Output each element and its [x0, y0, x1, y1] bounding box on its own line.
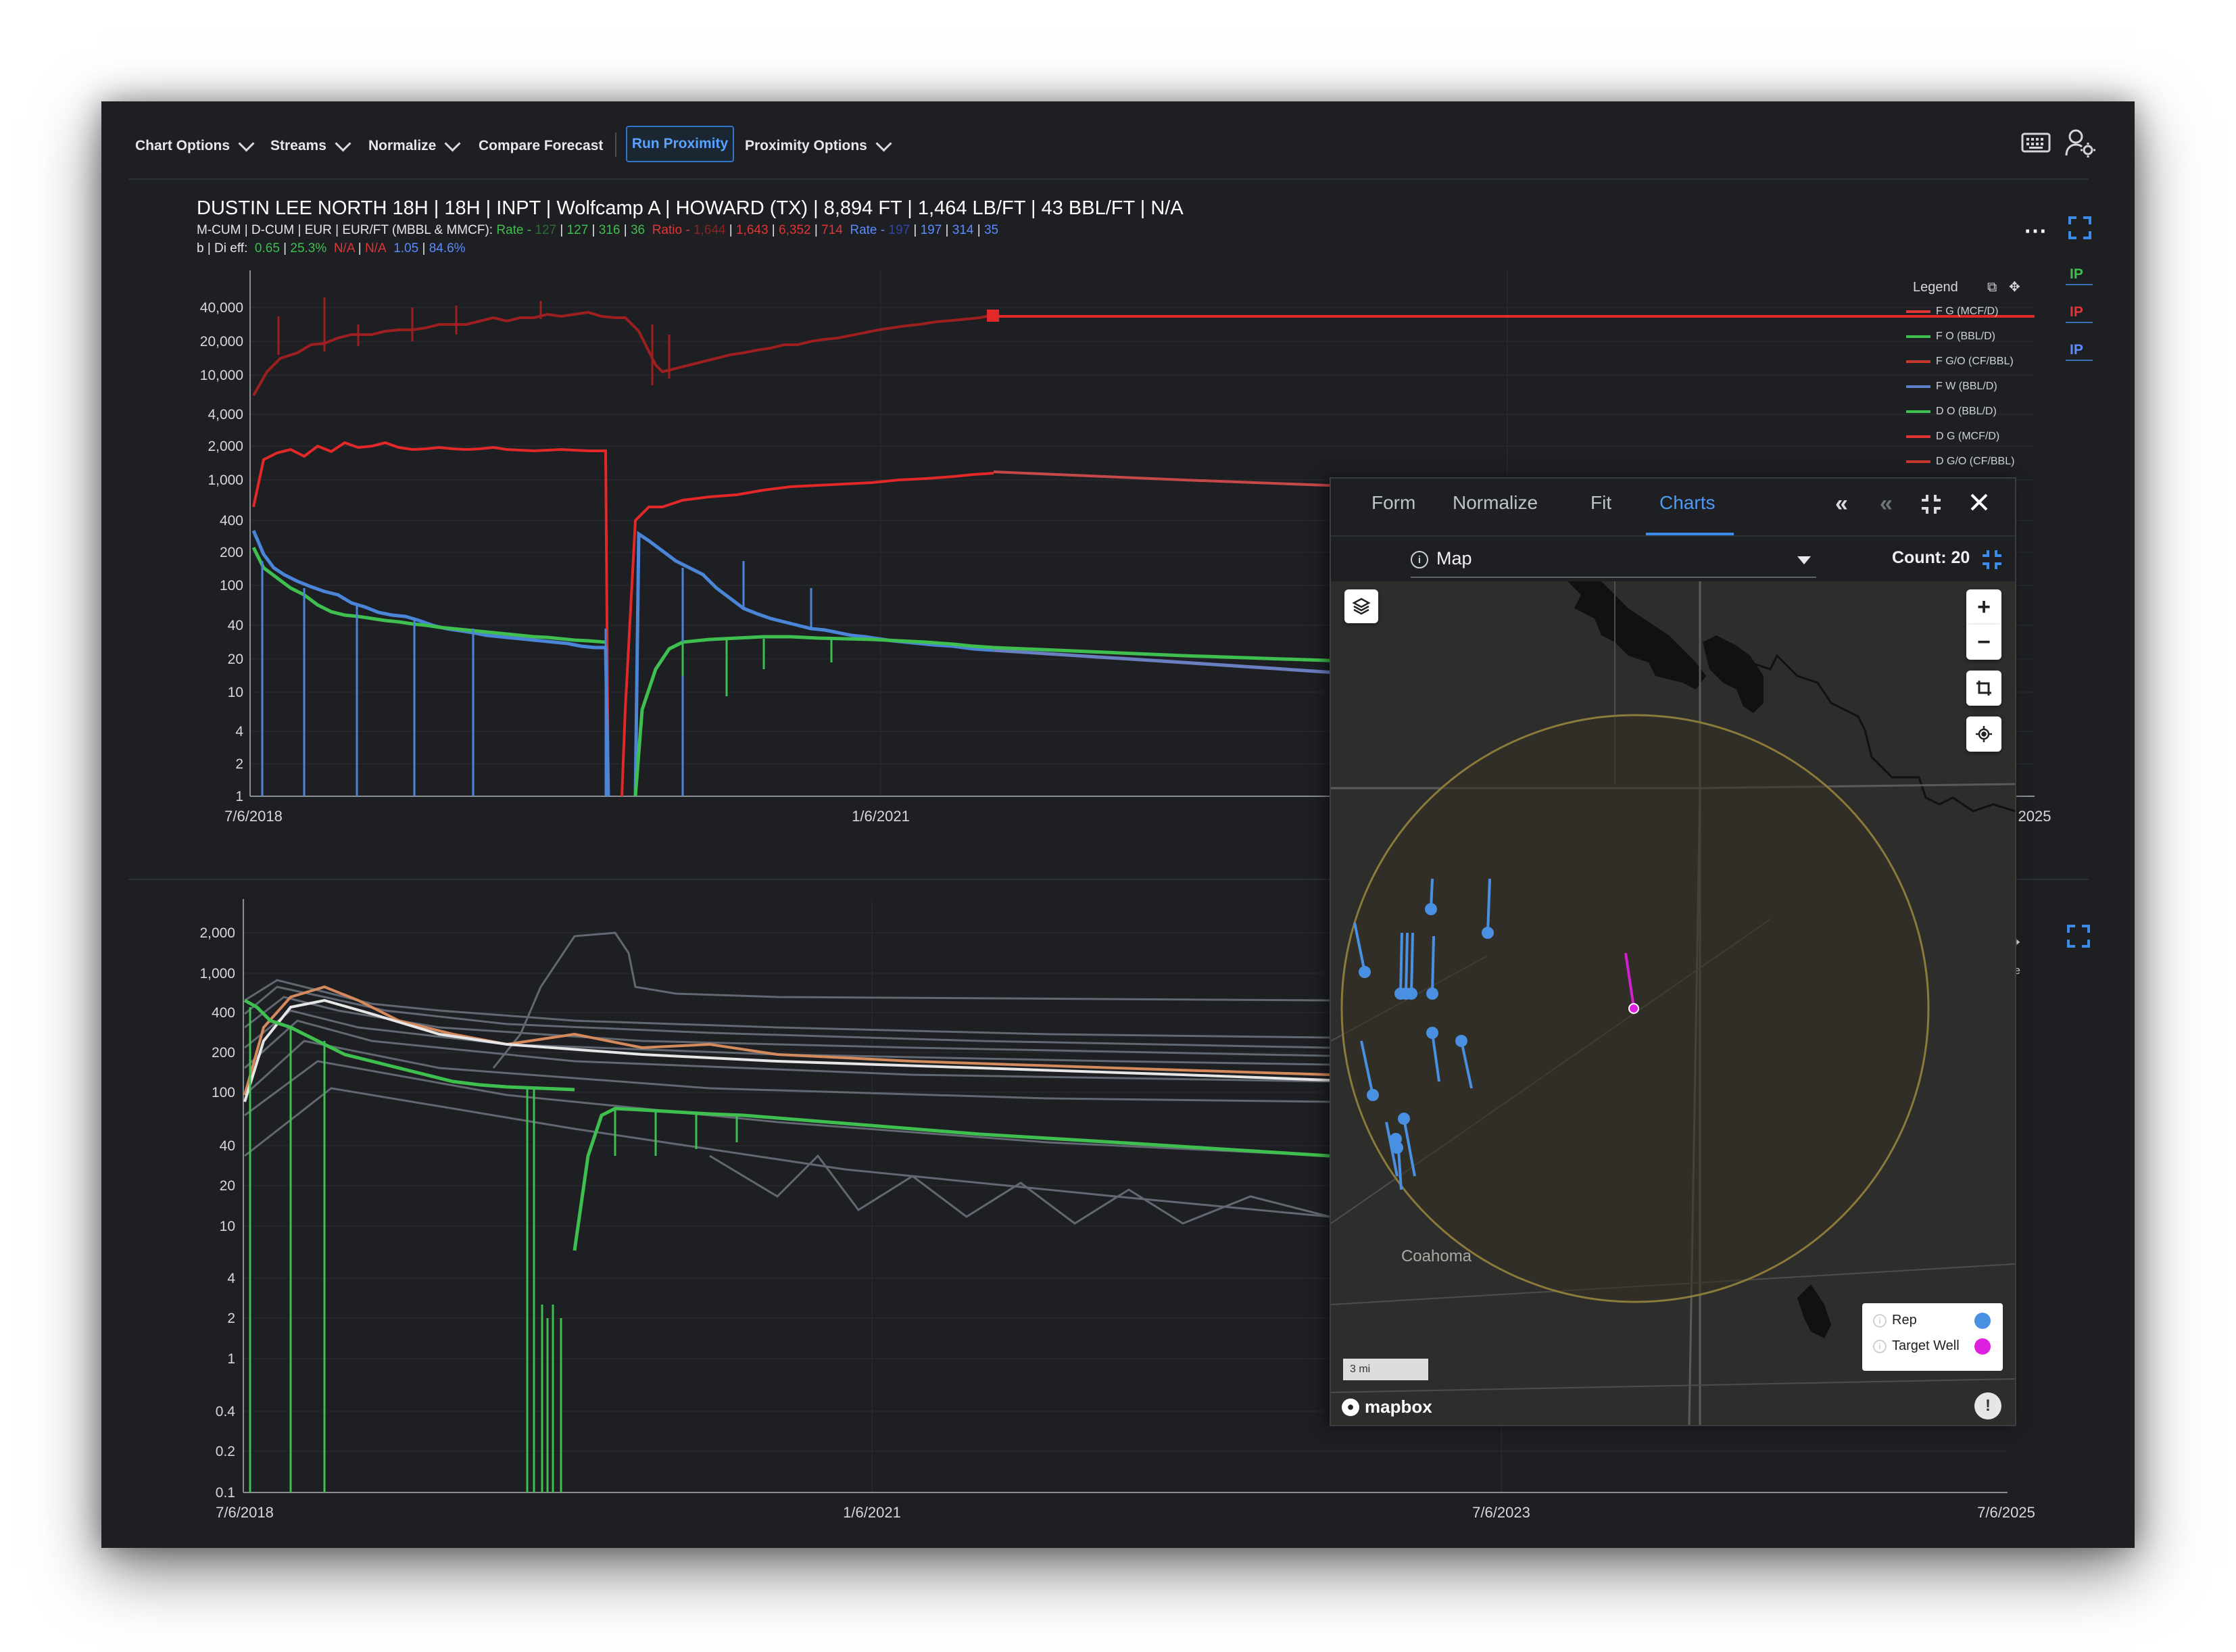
- rep-well-marker: [1425, 903, 1437, 915]
- mapbox-wordmark: mapbox: [1365, 1396, 1432, 1417]
- svg-text:20: 20: [220, 1178, 235, 1194]
- close-icon[interactable]: [1969, 492, 1989, 518]
- collapse-icon[interactable]: «: [1880, 491, 1893, 517]
- fit-bounds-icon[interactable]: [1966, 671, 2001, 706]
- map-legend-label: Rep: [1892, 1313, 1917, 1328]
- lake-shape: [1703, 635, 1764, 713]
- map-legend-target: i Target Well: [1873, 1338, 1960, 1354]
- svg-text:7/6/2023: 7/6/2023: [1472, 1504, 1530, 1521]
- locate-icon[interactable]: [1966, 716, 2001, 752]
- offset-well-curves: [243, 931, 1330, 1225]
- chart-type-value: Map: [1436, 548, 1472, 568]
- map-legend-label: Target Well: [1892, 1338, 1960, 1353]
- well-lateral: [1399, 932, 1403, 994]
- target-legend-dot: [1974, 1338, 1991, 1355]
- map-legend-rep: i Rep: [1873, 1313, 1917, 1328]
- svg-text:7/6/2025: 7/6/2025: [1977, 1504, 2035, 1521]
- app-window: Chart Options Streams Normalize Compare …: [101, 101, 2135, 1548]
- svg-text:7/6/2018: 7/6/2018: [216, 1504, 274, 1521]
- rep-well-marker: [1390, 1133, 1402, 1145]
- zoom-out-button[interactable]: −: [1966, 625, 2001, 660]
- bottom-expand-icon[interactable]: [2067, 925, 2090, 951]
- svg-text:40: 40: [220, 1138, 235, 1154]
- mapbox-logo: ● mapbox: [1342, 1396, 1432, 1417]
- target-well-marker: [1628, 1003, 1639, 1014]
- target-well-spikes: [249, 1007, 738, 1492]
- svg-text:1: 1: [227, 1351, 235, 1367]
- svg-text:0.4: 0.4: [216, 1404, 236, 1419]
- rep-well-marker: [1398, 1113, 1410, 1125]
- svg-text:1/6/2021: 1/6/2021: [843, 1504, 901, 1521]
- info-icon: i: [1873, 1313, 1887, 1328]
- road-line: [1331, 1378, 2015, 1393]
- rep-legend-dot: [1974, 1313, 1991, 1329]
- attribution-info-icon[interactable]: !: [1974, 1392, 2001, 1419]
- info-icon: i: [1873, 1339, 1887, 1353]
- well-lateral: [1431, 936, 1435, 994]
- proximity-map[interactable]: Coahoma + − i Rep i Target Well 3 mi ● m…: [1331, 581, 2015, 1425]
- svg-text:2: 2: [227, 1311, 235, 1326]
- chart-type-select[interactable]: i Map: [1411, 543, 1816, 578]
- proximity-panel: Form Normalize Fit Charts « « i Map Coun…: [1330, 477, 2016, 1426]
- svg-text:100: 100: [212, 1085, 235, 1100]
- rep-well-marker: [1359, 966, 1371, 978]
- well-lateral: [1405, 932, 1409, 994]
- lake-shape: [1797, 1284, 1831, 1338]
- lake-shape: [1567, 581, 1706, 689]
- tab-fit[interactable]: Fit: [1590, 492, 1611, 514]
- rep-well-marker: [1426, 988, 1438, 1000]
- info-icon: i: [1411, 551, 1428, 568]
- count-label: Count: 20: [1892, 548, 1970, 567]
- svg-text:1,000: 1,000: [199, 966, 235, 981]
- svg-text:200: 200: [212, 1045, 235, 1061]
- tab-normalize[interactable]: Normalize: [1453, 492, 1538, 514]
- shrink-map-icon[interactable]: [1981, 549, 2003, 577]
- svg-text:400: 400: [212, 1005, 235, 1021]
- tab-form[interactable]: Form: [1371, 492, 1415, 514]
- collapse-all-icon[interactable]: «: [1835, 491, 1848, 517]
- tab-charts[interactable]: Charts: [1659, 492, 1715, 514]
- chevron-down-icon: [1797, 556, 1811, 564]
- rep-well-marker: [1455, 1035, 1467, 1047]
- mapbox-icon: ●: [1342, 1398, 1359, 1416]
- rep-well-marker: [1482, 927, 1494, 939]
- rep-well-marker: [1426, 1027, 1438, 1039]
- minimize-icon[interactable]: [1920, 493, 1942, 521]
- bottom-x-tick-labels: 7/6/2018 1/6/2021 7/6/2023 7/6/2025: [216, 1504, 2035, 1521]
- svg-text:0.2: 0.2: [216, 1444, 235, 1459]
- map-legend: i Rep i Target Well: [1862, 1303, 2003, 1371]
- bottom-y-tick-labels: 2,000 1,000 400 200 100 40 20 10 4 2 1 0.4 0.2…: [199, 925, 235, 1501]
- panel-tabs-separator: [1331, 535, 2015, 537]
- layers-icon[interactable]: [1344, 589, 1378, 623]
- map-canvas: Coahoma: [1331, 581, 2015, 1425]
- map-scale-bar: 3 mi: [1343, 1359, 1428, 1380]
- rep-well-marker: [1367, 1089, 1379, 1101]
- town-label: Coahoma: [1401, 1247, 1472, 1265]
- svg-text:4: 4: [227, 1271, 235, 1286]
- zoom-in-button[interactable]: +: [1966, 589, 2001, 625]
- well-lateral: [1410, 932, 1414, 994]
- rep-well-marker: [1405, 988, 1417, 1000]
- svg-text:0.1: 0.1: [216, 1485, 235, 1501]
- type-curve-mean: [243, 998, 1330, 1102]
- svg-text:10: 10: [220, 1219, 235, 1234]
- svg-text:2,000: 2,000: [199, 925, 235, 941]
